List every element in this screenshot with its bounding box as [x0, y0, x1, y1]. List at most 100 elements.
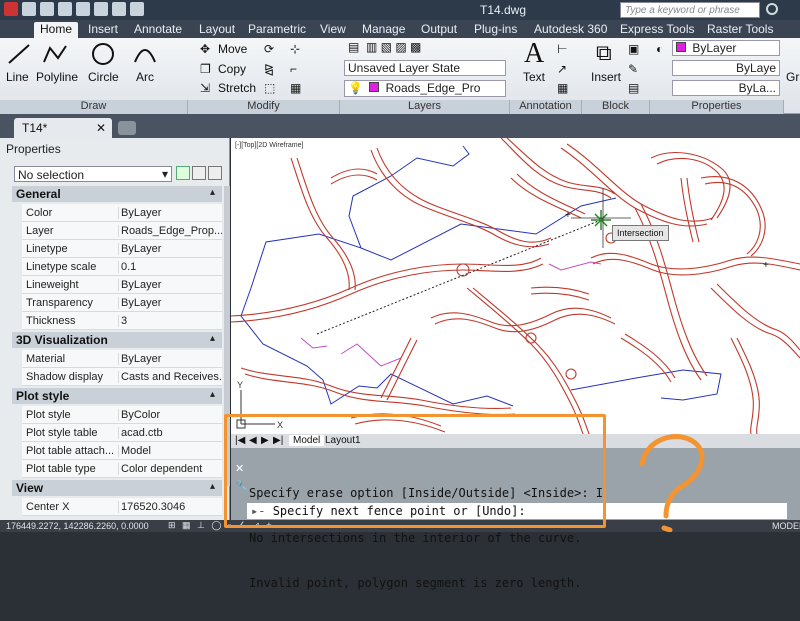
new-tab-icon[interactable]	[118, 121, 136, 135]
document-tab[interactable]: T14* ✕	[14, 118, 112, 138]
block-panel-title[interactable]: Block	[582, 100, 650, 114]
table-icon[interactable]: ▦	[557, 81, 568, 95]
property-row[interactable]: Lineweight ByLayer	[22, 276, 222, 294]
trim-icon[interactable]: ⊹	[290, 42, 300, 56]
circle-button[interactable]: Circle	[88, 70, 119, 84]
tab-insert[interactable]: Insert	[88, 22, 118, 36]
leader-icon[interactable]: ↗	[557, 62, 567, 76]
tab-home[interactable]: Home	[34, 22, 79, 38]
save-icon[interactable]	[58, 2, 72, 16]
binoculars-icon[interactable]	[766, 3, 778, 15]
tab-express-tools[interactable]: Express Tools	[620, 22, 694, 36]
color-dropdown[interactable]: ByLayer	[672, 40, 780, 56]
tab-output[interactable]: Output	[421, 22, 457, 36]
property-value[interactable]: 176520.3046	[118, 501, 222, 513]
line-button[interactable]: Line	[6, 70, 29, 84]
modify-panel-title[interactable]: Modify	[188, 100, 340, 114]
line-icon[interactable]	[6, 42, 32, 66]
layer-state-dropdown[interactable]: Unsaved Layer State	[344, 60, 506, 76]
property-value[interactable]: ByColor	[118, 409, 222, 421]
stretch-button[interactable]: Stretch	[218, 81, 256, 95]
groups-button-partial[interactable]: Gr	[786, 70, 799, 84]
section-header-view[interactable]: View	[12, 480, 222, 496]
block-attributes-icon[interactable]: ▤	[628, 81, 639, 95]
layer-tools-icon[interactable]: ▥ ▧ ▨ ▩	[366, 40, 421, 54]
tab-plug-ins[interactable]: Plug-ins	[474, 22, 517, 36]
linetype-dropdown[interactable]: ByLaye	[672, 60, 780, 76]
property-row[interactable]: Plot table attach... Model	[22, 442, 222, 460]
mirror-icon[interactable]: ⧎	[264, 62, 274, 76]
annotation-panel-title[interactable]: Annotation	[510, 100, 582, 114]
tab-view[interactable]: View	[320, 22, 346, 36]
dimension-icon[interactable]: ⊢	[557, 42, 567, 56]
property-value[interactable]: ByLayer	[118, 207, 222, 219]
tab-raster-tools[interactable]: Raster Tools	[707, 22, 773, 36]
tab-annotate[interactable]: Annotate	[134, 22, 182, 36]
close-icon[interactable]: ✕	[96, 121, 106, 135]
polyline-button[interactable]: Polyline	[36, 70, 78, 84]
text-button[interactable]: Text	[523, 70, 545, 84]
match-properties-icon[interactable]: ◐	[656, 42, 663, 56]
property-value[interactable]: Casts and Receives...	[118, 371, 222, 383]
tab-autodesk-360[interactable]: Autodesk 360	[534, 22, 607, 36]
redo-icon[interactable]	[112, 2, 126, 16]
fillet-icon[interactable]: ⌐	[290, 62, 297, 76]
property-row[interactable]: Plot table type Color dependent	[22, 460, 222, 478]
insert-button[interactable]: Insert	[591, 70, 621, 84]
collapse-icon[interactable]: ▴	[210, 389, 215, 400]
property-row[interactable]: Thickness 3	[22, 312, 222, 330]
new-icon[interactable]	[22, 2, 36, 16]
property-row[interactable]: Color ByLayer	[22, 204, 222, 222]
draw-panel-title[interactable]: Draw	[0, 100, 188, 114]
section-header-3d-visualization[interactable]: 3D Visualization	[12, 332, 222, 348]
section-header-general[interactable]: General	[12, 186, 222, 202]
property-row[interactable]: Plot style ByColor	[22, 406, 222, 424]
tab-layout[interactable]: Layout	[199, 22, 235, 36]
selection-dropdown[interactable]: No selection ▾	[14, 166, 172, 182]
property-value[interactable]: 0.1	[118, 261, 222, 273]
undo-icon[interactable]	[94, 2, 108, 16]
layer-dropdown[interactable]: 💡 Roads_Edge_Pro	[344, 80, 506, 97]
plot-icon[interactable]	[130, 2, 144, 16]
layer-properties-icon[interactable]: ▤	[348, 40, 359, 54]
property-value[interactable]: ByLayer	[118, 297, 222, 309]
open-icon[interactable]	[40, 2, 54, 16]
property-value[interactable]: ByLayer	[118, 353, 222, 365]
scale-icon[interactable]: ⬚	[264, 81, 275, 95]
circle-icon[interactable]	[90, 42, 116, 66]
arc-button[interactable]: Arc	[136, 70, 154, 84]
copy-button[interactable]: Copy	[218, 62, 246, 76]
drawing-canvas[interactable]: [-][Top][2D Wireframe] + + Y X Intersect…	[231, 138, 800, 434]
toggle-pickadd-icon[interactable]	[176, 166, 190, 180]
tab-parametric[interactable]: Parametric	[248, 22, 306, 36]
create-block-icon[interactable]: ▣	[628, 42, 639, 56]
property-row[interactable]: Plot style table acad.ctb	[22, 424, 222, 442]
property-value[interactable]: 3	[118, 315, 222, 327]
app-menu-icon[interactable]	[4, 2, 18, 16]
property-row[interactable]: Linetype scale 0.1	[22, 258, 222, 276]
rotate-icon[interactable]: ⟳	[264, 42, 274, 56]
arc-icon[interactable]	[132, 42, 158, 66]
save-as-icon[interactable]	[76, 2, 90, 16]
properties-panel-title[interactable]: Properties	[650, 100, 784, 114]
property-row[interactable]: Material ByLayer	[22, 350, 222, 368]
property-value[interactable]: Color dependent	[118, 463, 222, 475]
collapse-icon[interactable]: ▴	[210, 187, 215, 198]
property-value[interactable]: ByLayer	[118, 279, 222, 291]
search-input[interactable]: Type a keyword or phrase	[620, 2, 760, 18]
polyline-icon[interactable]	[42, 42, 68, 66]
property-row[interactable]: Linetype ByLayer	[22, 240, 222, 258]
edit-block-icon[interactable]: ✎	[628, 62, 638, 76]
tab-manage[interactable]: Manage	[362, 22, 405, 36]
property-row[interactable]: Center X 176520.3046	[22, 498, 222, 516]
move-button[interactable]: Move	[218, 42, 247, 56]
select-objects-icon[interactable]	[192, 166, 206, 180]
section-header-plot-style[interactable]: Plot style	[12, 388, 222, 404]
property-value[interactable]: Roads_Edge_Prop...	[118, 225, 222, 237]
array-icon[interactable]: ▦	[290, 81, 301, 95]
property-value[interactable]: acad.ctb	[118, 427, 222, 439]
property-row[interactable]: Layer Roads_Edge_Prop...	[22, 222, 222, 240]
quick-select-icon[interactable]	[208, 166, 222, 180]
lineweight-dropdown[interactable]: ByLa...	[672, 80, 780, 96]
model-space-indicator[interactable]: MODEL	[772, 521, 800, 531]
